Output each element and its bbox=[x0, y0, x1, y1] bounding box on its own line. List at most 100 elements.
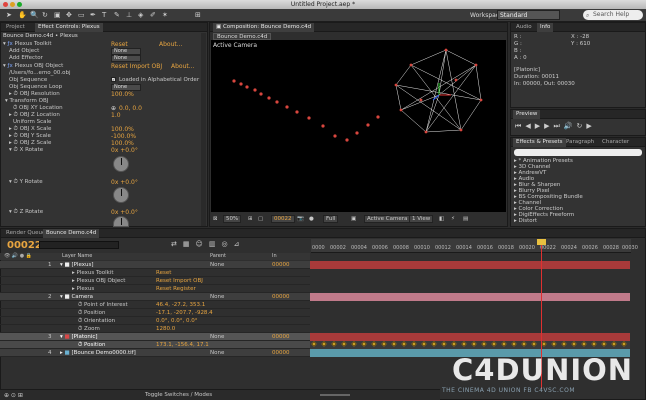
eraser-tool-icon[interactable]: ◈ bbox=[138, 11, 143, 19]
mask-tool-icon[interactable]: ▭ bbox=[78, 11, 85, 19]
y-rotate-dial[interactable] bbox=[113, 187, 129, 203]
zoom-window-button[interactable] bbox=[17, 2, 22, 7]
layer-parent[interactable]: None bbox=[210, 261, 224, 269]
property-value[interactable]: Reset Register bbox=[156, 285, 196, 293]
zoom-tool-icon[interactable]: 🔍 bbox=[30, 11, 39, 19]
keyframe[interactable] bbox=[311, 341, 317, 347]
fast-previews-icon[interactable]: ⚡ bbox=[451, 216, 455, 222]
property-value[interactable]: Reset Import OBJ bbox=[156, 277, 203, 285]
puppet-tool-icon[interactable]: ✶ bbox=[162, 11, 168, 19]
axis-mode-icon[interactable]: ⊞ bbox=[195, 11, 201, 19]
tab-paragraph[interactable]: Paragraph bbox=[563, 138, 597, 147]
keyframe[interactable] bbox=[371, 341, 377, 347]
close-window-button[interactable] bbox=[3, 2, 8, 7]
keyframe[interactable] bbox=[361, 341, 367, 347]
search-help-input[interactable]: Search Help bbox=[583, 10, 643, 20]
keyframe[interactable] bbox=[571, 341, 577, 347]
channel-icon[interactable]: ● bbox=[309, 216, 314, 222]
keyframe[interactable] bbox=[421, 341, 427, 347]
table-row[interactable]: ⏱ Position 173.1, -156.4, 17.1 bbox=[0, 341, 310, 349]
column-parent[interactable]: Parent bbox=[210, 253, 226, 260]
timeline-search-input[interactable] bbox=[39, 241, 119, 249]
tab-composition[interactable]: ▣ Composition: Bounce Demo.c4d bbox=[213, 23, 315, 32]
table-row[interactable]: ⏱ Position -17.1, -207.7, -928.4 bbox=[0, 309, 310, 317]
pan-behind-tool-icon[interactable]: ✥ bbox=[66, 11, 72, 19]
composition-viewer[interactable]: Active Camera bbox=[211, 40, 506, 212]
last-frame-icon[interactable]: ⏭ bbox=[553, 122, 563, 130]
toggle-pixel-aspect-icon[interactable]: ◧ bbox=[439, 216, 444, 222]
tab-project[interactable]: Project bbox=[3, 23, 28, 32]
plexus-obj-reset-import[interactable]: Reset Import OBJ bbox=[111, 63, 162, 70]
keyframe[interactable] bbox=[431, 341, 437, 347]
snapshot-icon[interactable]: 📷 bbox=[297, 216, 304, 222]
ram-preview-icon[interactable]: ▶ bbox=[586, 122, 595, 130]
property-value[interactable]: Reset bbox=[156, 269, 171, 277]
keyframe[interactable] bbox=[341, 341, 347, 347]
property-value[interactable]: 173.1, -156.4, 17.1 bbox=[156, 341, 209, 349]
comp-flowchart-icon[interactable]: ⇄ bbox=[171, 240, 183, 248]
roto-brush-icon[interactable]: ✐ bbox=[150, 11, 156, 19]
frame-blend-icon[interactable]: ▥ bbox=[209, 240, 222, 248]
toggle-switches-modes[interactable]: Toggle Switches / Modes bbox=[145, 392, 212, 398]
camera-view-dropdown[interactable]: Active Camera bbox=[364, 215, 411, 223]
keyframe[interactable] bbox=[331, 341, 337, 347]
grid-icon[interactable]: ⊞ bbox=[248, 216, 253, 222]
layer-in[interactable]: 00000 bbox=[272, 333, 290, 341]
effects-item[interactable]: ▸ Distort bbox=[514, 218, 537, 224]
table-row[interactable]: 3 ▾ ■ [Platonic] None 00000 bbox=[0, 333, 310, 341]
minimize-window-button[interactable] bbox=[10, 2, 15, 7]
z-rotate-dial[interactable] bbox=[113, 216, 129, 227]
x-rotate-value[interactable]: 0x +0.0° bbox=[111, 147, 138, 154]
view-layout-dropdown[interactable]: 1 View bbox=[409, 215, 434, 223]
keyframe[interactable] bbox=[441, 341, 447, 347]
timeline-icon[interactable]: ▤ bbox=[463, 216, 468, 222]
layer-in[interactable]: 00000 bbox=[272, 293, 290, 301]
property-value[interactable]: -17.1, -207.7, -928.4 bbox=[156, 309, 213, 317]
plexus-layer-bar[interactable] bbox=[310, 261, 630, 269]
plexus-obj-about[interactable]: About... bbox=[171, 63, 194, 70]
current-time-display[interactable]: 00022 bbox=[271, 215, 295, 223]
tab-info[interactable]: Info bbox=[537, 23, 554, 32]
tab-character[interactable]: Character bbox=[599, 138, 632, 147]
keyframe[interactable] bbox=[611, 341, 617, 347]
effects-search-input[interactable] bbox=[514, 149, 642, 156]
layer-in[interactable]: 00000 bbox=[272, 349, 290, 357]
pen-tool-icon[interactable]: ✒ bbox=[90, 11, 96, 19]
graph-editor-icon[interactable]: ⊿ bbox=[234, 240, 246, 248]
keyframe[interactable] bbox=[351, 341, 357, 347]
keyframe[interactable] bbox=[401, 341, 407, 347]
plexus-toolkit-reset[interactable]: Reset bbox=[111, 41, 128, 48]
keyframe[interactable] bbox=[381, 341, 387, 347]
tab-preview[interactable]: Preview bbox=[513, 110, 541, 119]
obj-resolution-value[interactable]: 100.0% bbox=[111, 91, 134, 98]
keyframe[interactable] bbox=[501, 341, 507, 347]
crosshair-icon[interactable]: ⊕ bbox=[111, 105, 116, 112]
obj-sequence-loop-dropdown[interactable]: None bbox=[111, 84, 141, 91]
camera-tool-icon[interactable]: ▣ bbox=[54, 11, 61, 19]
keyframe[interactable] bbox=[621, 341, 627, 347]
region-of-interest-icon[interactable]: ▣ bbox=[351, 216, 356, 222]
loaded-alphabetical-checkbox[interactable]: ✓ bbox=[111, 77, 116, 82]
zoom-slider[interactable] bbox=[320, 394, 350, 396]
obj-x-scale-value[interactable]: 100.0% bbox=[111, 126, 134, 133]
keyframe[interactable] bbox=[541, 341, 547, 347]
shy-icon[interactable]: ☺ bbox=[196, 240, 209, 248]
keyframe[interactable] bbox=[591, 341, 597, 347]
table-row[interactable]: ▸ Plexus OBJ Object Reset Import OBJ bbox=[0, 277, 310, 285]
resolution-dropdown[interactable]: Full bbox=[323, 215, 339, 223]
effect-controls-scrollbar[interactable] bbox=[201, 33, 206, 226]
table-row[interactable]: ⏱ Point of Interest 46.4, -27.2, 353.1 bbox=[0, 301, 310, 309]
audio-icon[interactable]: 🔊 bbox=[564, 122, 577, 130]
property-value[interactable]: 46.4, -27.2, 353.1 bbox=[156, 301, 205, 309]
keyframe[interactable] bbox=[411, 341, 417, 347]
z-rotate-value[interactable]: 0x +0.0° bbox=[111, 209, 138, 216]
tab-audio[interactable]: Audio bbox=[513, 23, 535, 32]
table-row[interactable]: ▸ Plexus Reset Register bbox=[0, 285, 310, 293]
type-tool-icon[interactable]: T bbox=[102, 11, 106, 19]
keyframe[interactable] bbox=[561, 341, 567, 347]
keyframe[interactable] bbox=[461, 341, 467, 347]
keyframe[interactable] bbox=[511, 341, 517, 347]
timeline-timecode[interactable]: 00022 bbox=[7, 240, 42, 251]
table-row[interactable]: 2 ▾ ■ Camera None 00000 bbox=[0, 293, 310, 301]
motion-blur-icon[interactable]: ◎ bbox=[221, 240, 233, 248]
